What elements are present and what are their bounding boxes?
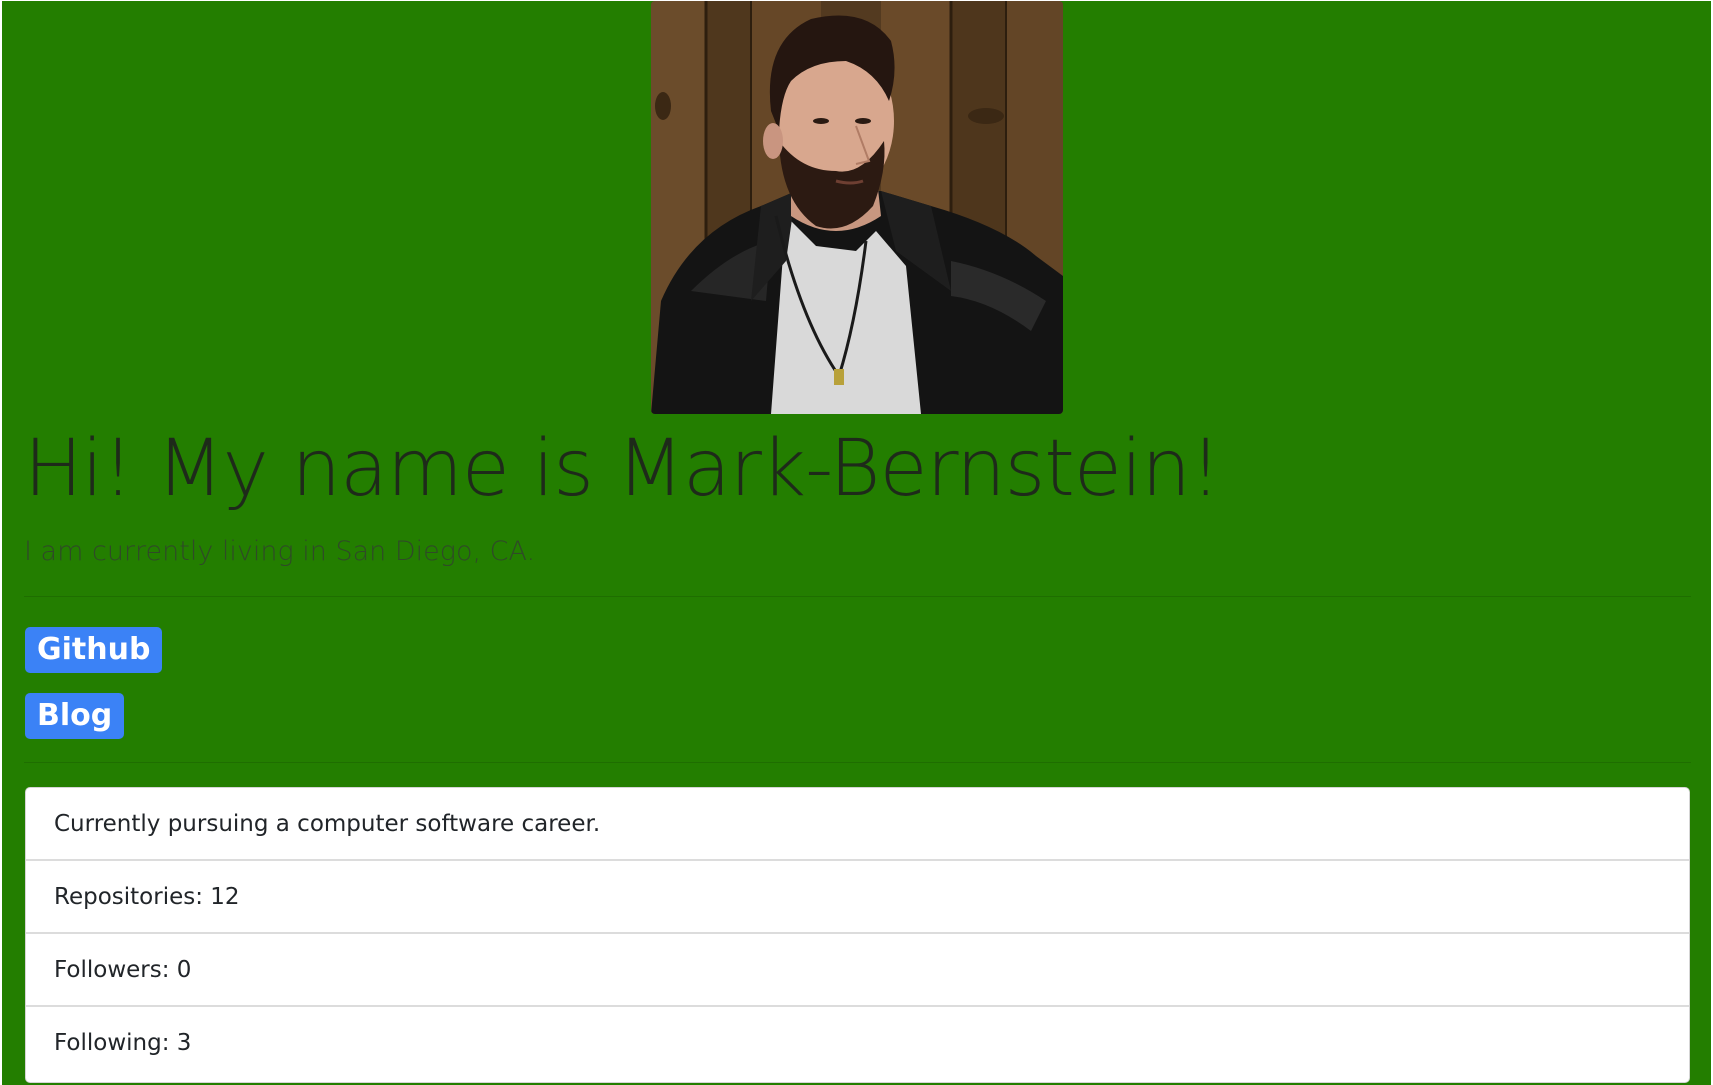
- divider: [24, 762, 1691, 763]
- profile-photo: [651, 1, 1063, 414]
- list-item-repositories: Repositories: 12: [26, 861, 1689, 934]
- list-item-followers: Followers: 0: [26, 934, 1689, 1007]
- list-item-career: Currently pursuing a computer software c…: [26, 788, 1689, 861]
- list-item-following: Following: 3: [54, 1030, 192, 1056]
- profile-details-list: Currently pursuing a computer software c…: [25, 787, 1690, 1083]
- blog-link-button[interactable]: Blog: [25, 693, 125, 739]
- page-title: Hi! My name is Mark-Bernstein!: [24, 424, 1221, 514]
- location-text: I am currently living in San Diego, CA.: [24, 536, 536, 567]
- divider: [24, 596, 1691, 597]
- page-background: Hi! My name is Mark-Bernstein! I am curr…: [2, 1, 1711, 1085]
- github-link-button[interactable]: Github: [25, 627, 163, 673]
